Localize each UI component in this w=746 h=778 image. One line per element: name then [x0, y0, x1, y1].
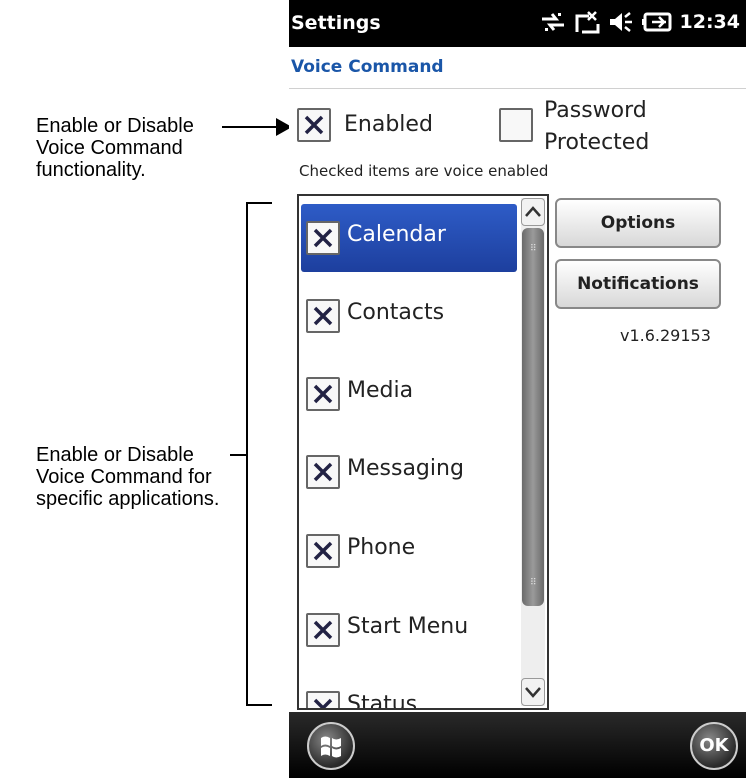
- list-item-label: Messaging: [347, 456, 464, 481]
- scroll-up-button[interactable]: [521, 198, 545, 226]
- password-protected-label: Password Protected: [544, 98, 650, 155]
- status-time: 12:34: [679, 11, 740, 33]
- start-menu-checkbox[interactable]: [306, 613, 340, 647]
- status-icons: 12:34: [540, 10, 740, 34]
- scroll-thumb[interactable]: ⠿ ⠿: [522, 228, 544, 606]
- status-bar: Settings 12:34: [289, 0, 746, 47]
- checkmark-x-icon: [313, 462, 333, 482]
- chevron-down-icon: [525, 687, 541, 698]
- checkmark-x-icon: [313, 306, 333, 326]
- list-item-contacts[interactable]: Contacts: [301, 282, 517, 350]
- checkmark-x-icon: [313, 698, 333, 708]
- start-button[interactable]: [307, 722, 355, 770]
- bottom-bar: OK: [289, 712, 746, 778]
- volume-icon[interactable]: [608, 11, 634, 33]
- grip-icon: ⠿: [530, 578, 537, 588]
- battery-icon[interactable]: [641, 12, 672, 32]
- list-item-calendar[interactable]: Calendar: [301, 204, 517, 272]
- list-item-label: Phone: [347, 535, 416, 560]
- checkmark-x-icon: [313, 541, 333, 561]
- list-item-phone[interactable]: Phone: [301, 517, 517, 585]
- enabled-checkbox[interactable]: [297, 108, 331, 142]
- list-scrollbar[interactable]: ⠿ ⠿: [521, 198, 545, 706]
- ok-button[interactable]: OK: [690, 722, 738, 770]
- scroll-down-button[interactable]: [521, 678, 545, 706]
- list-item-label: Status: [347, 692, 418, 710]
- status-checkbox[interactable]: [306, 691, 340, 708]
- messaging-checkbox[interactable]: [306, 455, 340, 489]
- device-screen: Settings 12:34 Voice Command Enabled Pas…: [289, 0, 746, 778]
- checkmark-x-icon: [313, 620, 333, 640]
- bracket-top: [246, 202, 272, 204]
- grip-icon: ⠿: [530, 244, 537, 254]
- annotation-line-top: [222, 126, 278, 128]
- enabled-label: Enabled: [344, 112, 433, 137]
- app-list[interactable]: Calendar Contacts Media Messaging Phone …: [297, 194, 549, 710]
- windows-flag-icon: [321, 736, 341, 758]
- annotation-enable-apps: Enable or Disable Voice Command for spec…: [36, 444, 220, 510]
- status-title: Settings: [291, 12, 381, 34]
- list-item-label: Start Menu: [347, 614, 469, 639]
- list-item-label: Contacts: [347, 300, 445, 325]
- list-item-start-menu[interactable]: Start Menu: [301, 596, 517, 664]
- list-item-messaging[interactable]: Messaging: [301, 438, 517, 506]
- calendar-checkbox[interactable]: [306, 221, 340, 255]
- page-heading: Voice Command: [289, 47, 746, 89]
- phone-checkbox[interactable]: [306, 534, 340, 568]
- notifications-button[interactable]: Notifications: [555, 259, 721, 309]
- version-label: v1.6.29153: [620, 326, 711, 345]
- annotation-enable-voice-command: Enable or Disable Voice Command function…: [36, 115, 194, 181]
- list-item-media[interactable]: Media: [301, 360, 517, 428]
- checkmark-x-icon: [313, 384, 333, 404]
- list-item-status[interactable]: Status: [301, 674, 517, 710]
- media-checkbox[interactable]: [306, 377, 340, 411]
- bracket-bottom: [246, 704, 272, 706]
- list-item-label: Media: [347, 378, 414, 403]
- signal-off-icon[interactable]: [574, 10, 600, 34]
- bracket-vertical: [246, 202, 248, 706]
- password-protected-checkbox[interactable]: [499, 108, 533, 142]
- options-button[interactable]: Options: [555, 198, 721, 248]
- page-title: Voice Command: [291, 57, 444, 77]
- checkmark-x-icon: [304, 115, 324, 135]
- checkmark-x-icon: [313, 228, 333, 248]
- chevron-up-icon: [525, 206, 541, 217]
- list-item-label: Calendar: [347, 222, 446, 247]
- hint-text: Checked items are voice enabled: [299, 162, 549, 180]
- contacts-checkbox[interactable]: [306, 299, 340, 333]
- connectivity-icon[interactable]: [540, 11, 566, 33]
